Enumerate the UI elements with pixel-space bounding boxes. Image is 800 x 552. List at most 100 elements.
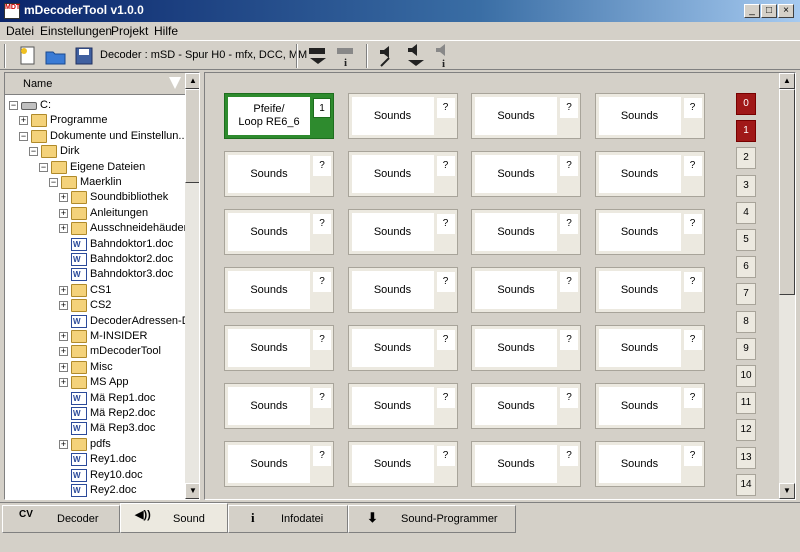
file-tree-panel[interactable]: Name − C: + Programme − Dokumente und Einstel… [4, 72, 200, 500]
tree-item[interactable]: + Soundbibliothek [5, 190, 185, 205]
tree-item[interactable]: + Anleitungen [5, 206, 185, 221]
tree-item[interactable]: − Eigene Dateien [5, 160, 185, 175]
tree-item[interactable]: + pdfs [5, 437, 185, 452]
tree-item[interactable]: + M-INSIDER [5, 329, 185, 344]
tree-item[interactable]: Bahndoktor2.doc [5, 252, 185, 267]
scroll-down-button[interactable]: ▼ [779, 483, 795, 499]
sound-slot[interactable]: Sounds? [347, 325, 458, 371]
expand-toggle[interactable]: + [59, 347, 68, 357]
sound-slot[interactable]: Sounds? [224, 209, 334, 255]
read-decoder-button[interactable] [306, 44, 330, 68]
tree-item[interactable]: Bahndoktor1.doc [5, 237, 185, 252]
tab-infodatei[interactable]: i Infodatei [228, 505, 348, 533]
tree-item[interactable]: Rey2.doc [5, 483, 185, 498]
collapse-toggle[interactable]: − [29, 147, 38, 157]
sound-load-button[interactable] [404, 44, 428, 68]
tree-item[interactable]: Mä Rep2.doc [5, 406, 185, 421]
grid-scrollbar[interactable]: ▲ ▼ [779, 73, 795, 499]
page-button[interactable]: 1 [736, 120, 756, 143]
sound-slot[interactable]: Sounds? [347, 383, 458, 429]
tree-item[interactable]: + mDecoderTool [5, 344, 185, 359]
page-button[interactable]: 2 [736, 147, 756, 170]
collapse-toggle[interactable]: − [49, 178, 58, 187]
sound-slot[interactable]: Sounds? [471, 325, 581, 371]
tree-item[interactable]: Mä Rep1.doc [5, 391, 185, 406]
scroll-up-button[interactable]: ▲ [779, 73, 795, 89]
page-button[interactable]: 5 [736, 229, 756, 251]
minimize-button[interactable]: _ [744, 4, 760, 18]
tree-item[interactable]: Bahndoktor3.doc [5, 267, 185, 282]
save-button[interactable] [72, 44, 96, 68]
expand-toggle[interactable]: + [59, 439, 68, 449]
expand-toggle[interactable]: + [59, 301, 68, 311]
sound-slot[interactable]: Sounds? [471, 209, 581, 255]
collapse-toggle[interactable]: − [9, 101, 18, 110]
tree-item[interactable]: + Misc [5, 360, 185, 375]
sound-slot[interactable]: Sounds? [347, 267, 458, 313]
sound-slot-active[interactable]: Pfeife/ Loop RE6_6 1 [224, 93, 334, 139]
tree-item[interactable]: − Dirk [5, 144, 185, 159]
sound-slot[interactable]: Sounds? [347, 93, 458, 139]
tree-item[interactable]: − Maerklin [5, 175, 185, 190]
new-file-button[interactable] [16, 44, 40, 68]
sound-slot[interactable]: Sounds? [224, 383, 334, 429]
open-folder-button[interactable] [44, 44, 68, 68]
menu-einstellungen[interactable]: Einstellungen [40, 24, 112, 38]
expand-toggle[interactable]: + [59, 362, 68, 372]
page-button[interactable]: 8 [736, 310, 756, 333]
tree-item[interactable]: Rey10.doc [5, 468, 185, 483]
expand-toggle[interactable]: + [59, 224, 68, 234]
page-button[interactable]: 11 [736, 392, 756, 415]
page-button[interactable]: 9 [736, 337, 756, 360]
sound-slot[interactable]: Sounds? [471, 383, 581, 429]
collapse-toggle[interactable]: − [39, 162, 48, 172]
decoder-info-button[interactable]: i [334, 44, 358, 69]
tree-item[interactable]: + Programme [5, 113, 185, 128]
expand-toggle[interactable]: + [59, 332, 68, 341]
tree-item[interactable]: + CS2 [5, 298, 185, 313]
tree-scrollbar[interactable]: ▲ ▼ [185, 73, 199, 499]
sound-slot[interactable]: Sounds? [594, 93, 705, 139]
menu-datei[interactable]: Datei [6, 24, 34, 38]
sound-slot[interactable]: Sounds? [594, 441, 705, 487]
expand-toggle[interactable]: + [59, 378, 68, 388]
page-button[interactable]: 7 [736, 283, 756, 306]
sound-slot[interactable]: Sounds? [224, 151, 334, 197]
expand-toggle[interactable]: + [59, 285, 68, 295]
sound-slot[interactable]: Sounds? [594, 151, 705, 197]
scroll-thumb[interactable] [779, 89, 795, 295]
tree-item[interactable]: Mä Rep3.doc [5, 421, 185, 436]
close-button[interactable]: × [778, 4, 794, 18]
tree-item[interactable]: Rey1.doc [5, 452, 185, 467]
sound-slot[interactable]: Sounds? [471, 93, 581, 139]
sound-slot[interactable]: Sounds? [347, 151, 458, 197]
tree-item[interactable]: + CS1 [5, 283, 185, 298]
tab-sound-programmer[interactable]: ⬇ Sound-Programmer [348, 505, 516, 533]
expand-toggle[interactable]: + [59, 193, 68, 203]
menu-hilfe[interactable]: Hilfe [154, 24, 178, 38]
scroll-thumb[interactable] [185, 89, 199, 183]
sound-slot[interactable]: Sounds? [224, 325, 334, 371]
page-button[interactable]: 10 [736, 365, 756, 387]
page-button[interactable]: 12 [736, 419, 756, 442]
sound-slot[interactable]: Sounds? [347, 441, 458, 487]
page-button[interactable]: 14 [736, 473, 756, 496]
sound-slot[interactable]: Sounds? [594, 209, 705, 255]
page-button[interactable]: 3 [736, 174, 756, 197]
tree-item[interactable]: + MS App [5, 375, 185, 390]
sound-slot[interactable]: Sounds? [471, 151, 581, 197]
expand-toggle[interactable]: + [19, 116, 28, 126]
sound-slot[interactable]: Sounds? [594, 267, 705, 313]
collapse-toggle[interactable]: − [19, 131, 28, 141]
sound-slot[interactable]: Sounds? [471, 441, 581, 487]
menu-projekt[interactable]: Projekt [111, 24, 148, 38]
sound-slot[interactable]: Sounds? [594, 325, 705, 371]
page-button[interactable]: 6 [736, 256, 756, 279]
page-button[interactable]: 0 [736, 93, 756, 115]
sound-slot[interactable]: Sounds? [224, 267, 334, 313]
scroll-up-button[interactable]: ▲ [185, 73, 199, 89]
tab-decoder[interactable]: CV Decoder [2, 505, 120, 533]
sound-slot[interactable]: Sounds? [594, 383, 705, 429]
page-button[interactable]: 4 [736, 201, 756, 224]
tree-item[interactable]: + Ausschneidehäuder [5, 221, 187, 236]
